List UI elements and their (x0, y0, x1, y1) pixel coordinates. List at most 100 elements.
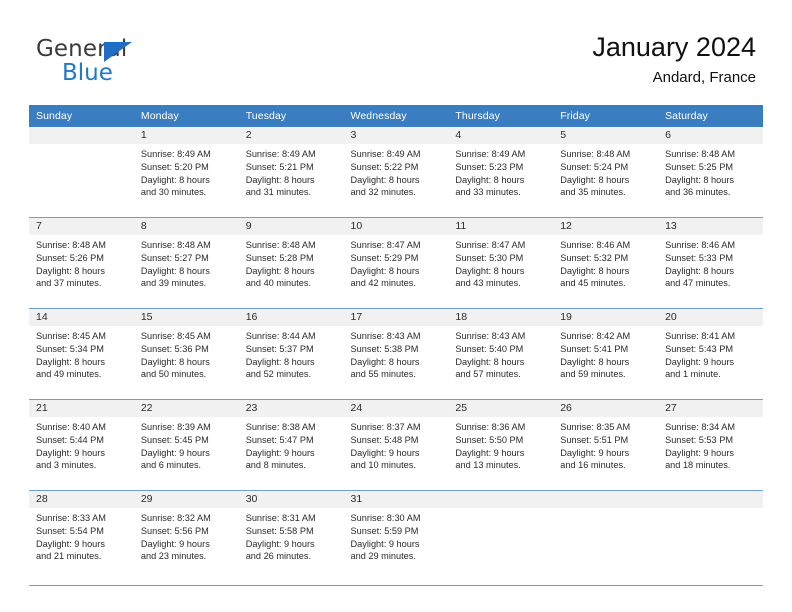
calendar-day-cell[interactable]: 15 Sunrise: 8:45 AM Sunset: 5:36 PM Dayligh… (133, 308, 239, 400)
calendar-day-cell[interactable]: 22 Sunrise: 8:39 AM Sunset: 5:45 PM Dayligh… (133, 399, 239, 491)
page-header: General Blue January 2024 Andard, France (0, 0, 792, 104)
calendar-day-cell[interactable]: 4 Sunrise: 8:49 AM Sunset: 5:23 PM Daylight… (448, 127, 554, 218)
calendar-day-cell[interactable]: 6 Sunrise: 8:48 AM Sunset: 5:25 PM Daylight… (658, 127, 763, 218)
weekday-header-saturday: Saturday (658, 105, 763, 127)
brand-logo[interactable]: General Blue (36, 36, 256, 92)
calendar-day-cell[interactable]: 19 Sunrise: 8:42 AM Sunset: 5:41 PM Dayligh… (553, 308, 659, 400)
sunrise-text: Sunrise: 8:38 AM (245, 422, 316, 432)
day-detail: Sunrise: 8:32 AM Sunset: 5:56 PM Daylight:… (134, 508, 239, 563)
calendar-day-cell[interactable]: 12 Sunrise: 8:46 AM Sunset: 5:32 PM Dayligh… (553, 217, 659, 309)
sunrise-text: Sunrise: 8:47 AM (350, 240, 421, 250)
calendar-day-cell[interactable]: 10 Sunrise: 8:47 AM Sunset: 5:29 PM Dayligh… (343, 217, 449, 309)
daylight-text-line1: Daylight: 9 hours (665, 447, 735, 458)
calendar-day-cell[interactable]: 21 Sunrise: 8:40 AM Sunset: 5:44 PM Dayligh… (29, 399, 134, 491)
daylight-text-line2: and 29 minutes. (350, 551, 416, 562)
calendar-day-cell[interactable]: 16 Sunrise: 8:44 AM Sunset: 5:37 PM Dayligh… (238, 308, 344, 400)
day-detail: Sunrise: 8:31 AM Sunset: 5:58 PM Daylight:… (239, 508, 344, 563)
day-number: 22 (133, 400, 239, 417)
blue-triangle-icon (104, 42, 132, 62)
calendar-day-cell[interactable]: 7 Sunrise: 8:48 AM Sunset: 5:26 PM Daylight… (29, 217, 134, 309)
calendar-day-cell[interactable]: 18 Sunrise: 8:43 AM Sunset: 5:40 PM Dayligh… (448, 308, 554, 400)
day-number: 30 (238, 491, 344, 508)
calendar-day-cell[interactable]: 27 Sunrise: 8:34 AM Sunset: 5:53 PM Dayligh… (658, 399, 763, 491)
daylight-text-line2: and 16 minutes. (560, 460, 626, 471)
daylight-text-line1: Daylight: 9 hours (140, 447, 210, 458)
day-number: 3 (343, 127, 449, 144)
sunset-text: Sunset: 5:40 PM (455, 343, 524, 354)
calendar-day-cell[interactable]: 2 Sunrise: 8:49 AM Sunset: 5:21 PM Daylight… (238, 127, 344, 218)
sunrise-text: Sunrise: 8:31 AM (245, 513, 316, 523)
calendar-day-cell[interactable]: 3 Sunrise: 8:49 AM Sunset: 5:22 PM Daylight… (343, 127, 449, 218)
daylight-text-line2: and 26 minutes. (245, 551, 312, 562)
sunset-text: Sunset: 5:48 PM (350, 434, 419, 445)
daylight-text-line1: Daylight: 9 hours (140, 538, 210, 549)
day-detail: Sunrise: 8:47 AM Sunset: 5:30 PM Daylight:… (448, 235, 553, 290)
calendar-day-cell[interactable]: 8 Sunrise: 8:48 AM Sunset: 5:27 PM Daylight… (133, 217, 239, 309)
calendar-week-row: 28 Sunrise: 8:33 AM Sunset: 5:54 PM Dayligh… (29, 490, 763, 581)
sunrise-text: Sunrise: 8:41 AM (665, 331, 736, 341)
calendar-empty-cell (658, 490, 763, 581)
daylight-text-line1: Daylight: 8 hours (140, 265, 210, 276)
day-number: 20 (658, 309, 763, 326)
daylight-text-line1: Daylight: 8 hours (350, 174, 420, 185)
calendar-day-cell[interactable]: 9 Sunrise: 8:48 AM Sunset: 5:28 PM Daylight… (238, 217, 344, 309)
calendar-day-cell[interactable]: 26 Sunrise: 8:35 AM Sunset: 5:51 PM Dayligh… (553, 399, 659, 491)
calendar-day-cell[interactable]: 1 Sunrise: 8:49 AM Sunset: 5:20 PM Daylight… (133, 127, 239, 218)
day-number (29, 127, 134, 144)
sunrise-text: Sunrise: 8:46 AM (665, 240, 736, 250)
calendar-day-cell[interactable]: 30 Sunrise: 8:31 AM Sunset: 5:58 PM Dayligh… (238, 490, 344, 581)
calendar-day-cell[interactable]: 31 Sunrise: 8:30 AM Sunset: 5:59 PM Dayligh… (343, 490, 449, 581)
daylight-text-line2: and 13 minutes. (455, 460, 521, 471)
daylight-text-line1: Daylight: 8 hours (36, 265, 105, 276)
sunset-text: Sunset: 5:45 PM (140, 434, 209, 445)
day-detail: Sunrise: 8:34 AM Sunset: 5:53 PM Daylight:… (658, 417, 763, 472)
sunrise-text: Sunrise: 8:44 AM (245, 331, 316, 341)
sunset-text: Sunset: 5:50 PM (455, 434, 524, 445)
calendar-day-cell[interactable]: 20 Sunrise: 8:41 AM Sunset: 5:43 PM Dayligh… (658, 308, 763, 400)
sunrise-text: Sunrise: 8:48 AM (245, 240, 316, 250)
day-number: 14 (29, 309, 134, 326)
sunset-text: Sunset: 5:27 PM (140, 252, 209, 263)
calendar-day-cell[interactable]: 28 Sunrise: 8:33 AM Sunset: 5:54 PM Dayligh… (29, 490, 134, 581)
day-number: 25 (448, 400, 554, 417)
daylight-text-line1: Daylight: 8 hours (36, 356, 105, 367)
daylight-text-line2: and 6 minutes. (140, 460, 202, 471)
daylight-text-line1: Daylight: 8 hours (245, 356, 315, 367)
calendar-day-cell[interactable]: 25 Sunrise: 8:36 AM Sunset: 5:50 PM Dayligh… (448, 399, 554, 491)
weekday-header-friday: Friday (553, 105, 659, 127)
day-number: 12 (553, 218, 659, 235)
daylight-text-line2: and 59 minutes. (560, 369, 626, 380)
day-number: 15 (133, 309, 239, 326)
daylight-text-line2: and 36 minutes. (665, 187, 731, 198)
daylight-text-line1: Daylight: 8 hours (665, 174, 735, 185)
day-number: 31 (343, 491, 449, 508)
daylight-text-line1: Daylight: 8 hours (350, 265, 420, 276)
daylight-text-line2: and 33 minutes. (455, 187, 521, 198)
day-detail: Sunrise: 8:45 AM Sunset: 5:34 PM Daylight:… (29, 326, 134, 381)
calendar-day-cell[interactable]: 17 Sunrise: 8:43 AM Sunset: 5:38 PM Dayligh… (343, 308, 449, 400)
daylight-text-line2: and 40 minutes. (245, 278, 312, 289)
sunrise-text: Sunrise: 8:32 AM (140, 513, 211, 523)
weekday-header-row: Sunday Monday Tuesday Wednesday Thursday… (29, 105, 763, 127)
calendar-day-cell[interactable]: 24 Sunrise: 8:37 AM Sunset: 5:48 PM Dayligh… (343, 399, 449, 491)
sunrise-text: Sunrise: 8:39 AM (140, 422, 211, 432)
calendar-day-cell[interactable]: 11 Sunrise: 8:47 AM Sunset: 5:30 PM Dayligh… (448, 217, 554, 309)
day-detail: Sunrise: 8:33 AM Sunset: 5:54 PM Daylight:… (29, 508, 134, 563)
daylight-text-line1: Daylight: 8 hours (560, 265, 630, 276)
day-number: 26 (553, 400, 659, 417)
daylight-text-line2: and 1 minute. (665, 369, 721, 380)
daylight-text-line2: and 55 minutes. (350, 369, 416, 380)
sunrise-text: Sunrise: 8:47 AM (455, 240, 526, 250)
calendar-day-cell[interactable]: 14 Sunrise: 8:45 AM Sunset: 5:34 PM Dayligh… (29, 308, 134, 400)
page-subtitle: Andard, France (652, 69, 756, 86)
calendar-day-cell[interactable]: 29 Sunrise: 8:32 AM Sunset: 5:56 PM Dayligh… (133, 490, 239, 581)
daylight-text-line2: and 8 minutes. (245, 460, 306, 471)
daylight-text-line1: Daylight: 9 hours (560, 447, 630, 458)
calendar-day-cell[interactable]: 5 Sunrise: 8:48 AM Sunset: 5:24 PM Daylight… (553, 127, 659, 218)
sunset-text: Sunset: 5:30 PM (455, 252, 524, 263)
calendar-day-cell[interactable]: 13 Sunrise: 8:46 AM Sunset: 5:33 PM Dayligh… (658, 217, 763, 309)
daylight-text-line2: and 57 minutes. (455, 369, 521, 380)
calendar-day-cell[interactable]: 23 Sunrise: 8:38 AM Sunset: 5:47 PM Dayligh… (238, 399, 344, 491)
daylight-text-line1: Daylight: 9 hours (665, 356, 735, 367)
daylight-text-line2: and 23 minutes. (140, 551, 207, 562)
